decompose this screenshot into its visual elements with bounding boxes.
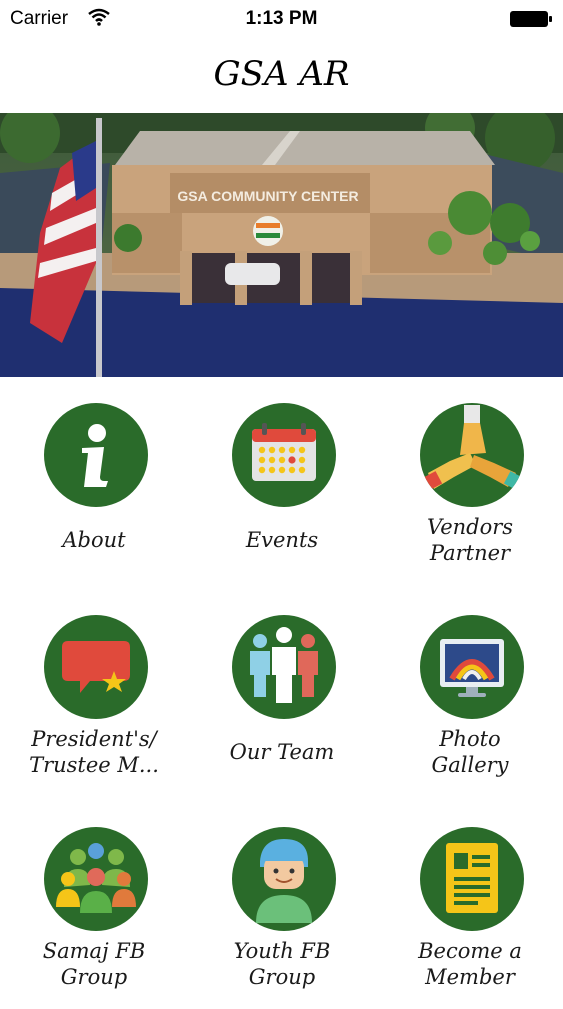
menu-tile-events[interactable]: Events — [188, 385, 376, 585]
menu-tile-about[interactable]: About — [0, 385, 188, 585]
menu-tile-presidents-message[interactable]: President's/ Trustee M... — [0, 597, 188, 797]
group-icon — [44, 827, 148, 931]
menu-tile-vendors-partner[interactable]: Vendors Partner — [376, 385, 563, 585]
menu-label-vendors-partner: Vendors Partner — [426, 515, 514, 565]
hero-image: GSA COMMUNITY CENTER — [0, 113, 563, 377]
menu-label-events: Events — [245, 528, 319, 552]
menu-label-about: About — [62, 528, 126, 552]
calendar-icon — [232, 403, 336, 507]
handshake-icon — [420, 403, 524, 507]
building-sign: GSA COMMUNITY CENTER — [177, 188, 358, 204]
menu-label-samaj-fb-group: Samaj FB Group — [42, 939, 146, 989]
photo-gallery-icon — [420, 615, 524, 719]
navigation-bar: GSA AR — [0, 38, 563, 112]
team-icon — [232, 615, 336, 719]
youth-icon — [232, 827, 336, 931]
menu-tile-photo-gallery[interactable]: Photo Gallery — [376, 597, 563, 797]
menu-label-our-team: Our Team — [229, 740, 335, 764]
menu-tile-our-team[interactable]: Our Team — [188, 597, 376, 797]
member-form-icon — [420, 827, 524, 931]
battery-icon — [509, 10, 553, 28]
message-star-icon — [44, 615, 148, 719]
page-title: GSA AR — [213, 54, 350, 94]
menu-tile-samaj-fb-group[interactable]: Samaj FB Group — [0, 809, 188, 1009]
menu-tile-youth-fb-group[interactable]: Youth FB Group — [188, 809, 376, 1009]
menu-label-youth-fb-group: Youth FB Group — [233, 939, 331, 989]
clock: 1:13 PM — [245, 8, 318, 29]
menu-label-become-a-member: Become a Member — [418, 939, 522, 989]
menu-tile-become-a-member[interactable]: Become a Member — [376, 809, 563, 1009]
menu-label-presidents-message: President's/ Trustee M... — [29, 727, 159, 777]
info-icon — [44, 403, 148, 507]
menu-label-photo-gallery: Photo Gallery — [431, 727, 509, 777]
status-bar: Carrier 1:13 PM — [0, 0, 563, 38]
